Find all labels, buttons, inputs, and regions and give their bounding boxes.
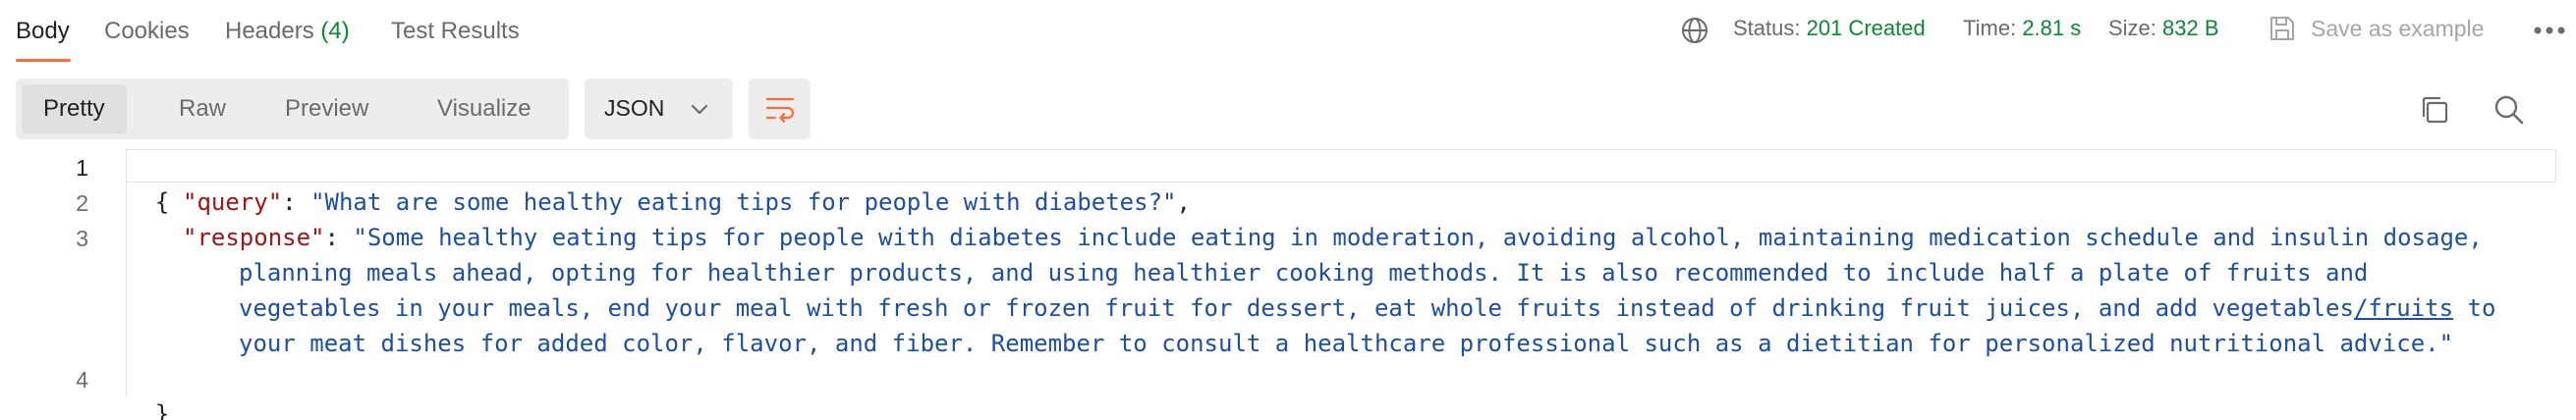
active-line-highlight	[126, 149, 2556, 183]
code-line-wrap: planning meals ahead, opting for healthi…	[239, 255, 2368, 290]
response-tab-bar: Body Cookies Headers (4) Test Results St…	[0, 0, 2576, 63]
line-number: 4	[76, 367, 88, 393]
line-number: 2	[76, 190, 88, 216]
code-line-wrap: vegetables in your meals, end your meal …	[239, 290, 2495, 326]
tab-headers-label: Headers	[225, 18, 314, 44]
status-label: Status:	[1733, 16, 1801, 40]
json-key-response: "response"	[183, 224, 325, 251]
view-mode-preview[interactable]: Preview	[263, 84, 390, 133]
json-value-query: "What are some healthy eating tips for p…	[310, 188, 1177, 216]
wrap-lines-icon	[765, 97, 795, 124]
json-value-link[interactable]: /fruits	[2354, 294, 2453, 322]
active-tab-indicator	[16, 59, 71, 62]
json-key-query: "query"	[183, 188, 283, 216]
code-line: "query": "What are some healthy eating t…	[183, 188, 1191, 216]
line-number: 3	[76, 226, 88, 251]
tab-headers[interactable]: Headers (4)	[225, 18, 350, 45]
time-value: 2.81 s	[2022, 16, 2082, 40]
response-time[interactable]: Time: 2.81 s	[1963, 16, 2081, 41]
save-icon	[2270, 17, 2294, 40]
response-status[interactable]: Status: 201 Created	[1733, 16, 1926, 41]
size-label: Size:	[2108, 16, 2156, 40]
json-open-brace: {	[154, 188, 170, 216]
json-value-response-part: your meat dishes for added color, flavor…	[239, 330, 2454, 357]
format-select[interactable]: JSON	[585, 79, 733, 139]
format-select-value: JSON	[604, 95, 665, 121]
tab-body[interactable]: Body	[16, 18, 70, 45]
wrap-lines-button[interactable]	[749, 79, 811, 139]
view-mode-visualize[interactable]: Visualize	[416, 84, 553, 133]
view-mode-raw[interactable]: Raw	[157, 84, 248, 133]
save-as-example-label: Save as example	[2311, 16, 2485, 41]
json-value-response-part: to	[2453, 294, 2496, 322]
search-icon[interactable]	[2492, 92, 2527, 128]
view-mode-pretty[interactable]: Pretty	[22, 84, 127, 133]
code-line: }	[127, 361, 169, 420]
headers-count-badge: (4)	[320, 18, 350, 44]
json-value-response-part: "Some healthy eating tips for people wit…	[353, 224, 2483, 251]
json-value-response-part: vegetables in your meals, end your meal …	[239, 294, 2354, 322]
json-close-brace: }	[154, 400, 170, 420]
time-label: Time:	[1963, 16, 2017, 40]
globe-icon[interactable]	[1680, 16, 1709, 45]
tab-test-results[interactable]: Test Results	[391, 18, 520, 45]
line-number: 1	[76, 155, 88, 181]
chevron-down-icon	[691, 104, 708, 115]
view-mode-segmented-control: Pretty Raw Preview Visualize	[16, 79, 569, 139]
code-line: {	[127, 149, 169, 220]
more-horizontal-icon[interactable]	[2533, 24, 2566, 37]
size-value: 832 B	[2162, 16, 2219, 40]
response-size[interactable]: Size: 832 B	[2108, 16, 2219, 41]
status-value: 201 Created	[1806, 16, 1926, 40]
code-line: "response": "Some healthy eating tips fo…	[183, 224, 2483, 251]
tab-cookies[interactable]: Cookies	[104, 18, 190, 45]
code-line-wrap: your meat dishes for added color, flavor…	[239, 326, 2453, 361]
json-value-response-part: planning meals ahead, opting for healthi…	[239, 259, 2369, 287]
copy-icon[interactable]	[2417, 92, 2452, 128]
